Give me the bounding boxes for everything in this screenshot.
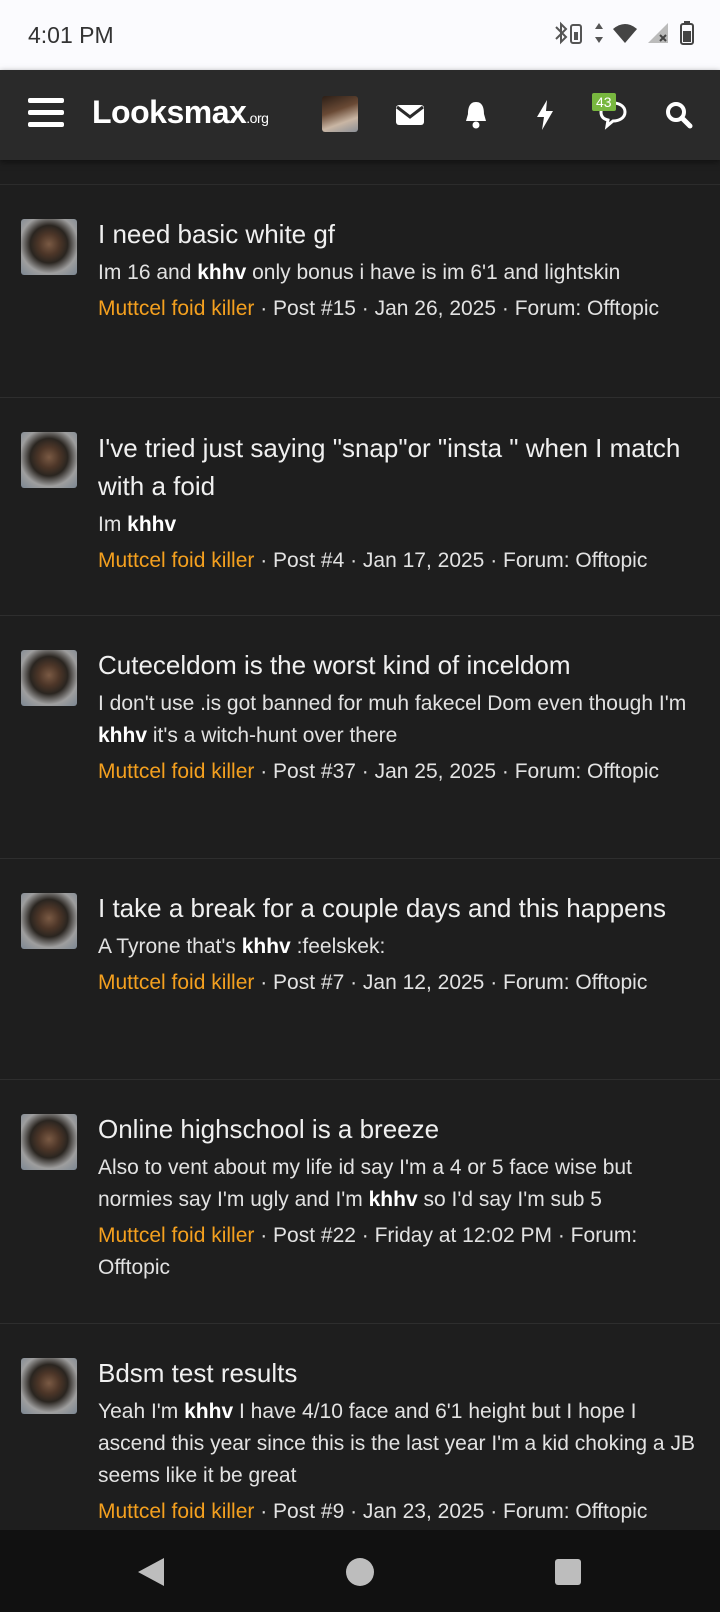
list-item[interactable]: Online highschool is a breeze Also to ve… bbox=[0, 1080, 720, 1324]
status-bar: 4:01 PM bbox=[0, 0, 720, 70]
logo-text: Looksmax bbox=[92, 94, 247, 130]
status-icons bbox=[552, 20, 694, 46]
back-icon[interactable] bbox=[136, 1556, 166, 1588]
menu-icon[interactable] bbox=[28, 98, 64, 130]
thread-title[interactable]: Cuteceldom is the worst kind of inceldom bbox=[98, 646, 700, 684]
post-snippet: Also to vent about my life id say I'm a … bbox=[98, 1156, 632, 1211]
inbox-icon[interactable] bbox=[391, 96, 429, 134]
username-link[interactable]: Muttcel foid killer bbox=[98, 1500, 254, 1523]
username-link[interactable]: Muttcel foid killer bbox=[98, 971, 254, 994]
bluetooth-battery-icon bbox=[555, 21, 582, 45]
thread-title[interactable]: I've tried just saying "snap"or "insta "… bbox=[98, 429, 700, 505]
post-snippet: Im khhv bbox=[98, 513, 177, 536]
top-navigation-bar: Looksmax.org 43 bbox=[0, 70, 720, 160]
post-meta: Muttcel foid killer · Post #15 · Jan 26,… bbox=[98, 297, 660, 320]
data-arrows-icon bbox=[595, 23, 603, 43]
post-meta: Muttcel foid killer · Post #9 · Jan 23, … bbox=[98, 1500, 648, 1523]
list-item[interactable]: Bdsm test results Yeah I'm khhv I have 4… bbox=[0, 1324, 720, 1530]
lightning-icon[interactable] bbox=[526, 96, 564, 134]
conversations-badge: 43 bbox=[592, 93, 616, 111]
user-avatar[interactable] bbox=[322, 96, 358, 132]
search-icon[interactable] bbox=[660, 96, 698, 134]
thread-title[interactable]: I need basic white gf bbox=[98, 215, 700, 253]
wifi-icon bbox=[613, 24, 637, 43]
post-snippet: Yeah I'm khhv I have 4/10 face and 6'1 h… bbox=[98, 1400, 695, 1487]
status-time: 4:01 PM bbox=[28, 22, 114, 48]
author-avatar[interactable] bbox=[21, 1358, 77, 1414]
list-item[interactable]: I've tried just saying "snap"or "insta "… bbox=[0, 398, 720, 616]
author-avatar[interactable] bbox=[21, 432, 77, 488]
thread-title[interactable]: Bdsm test results bbox=[98, 1354, 700, 1392]
post-snippet: I don't use .is got banned for muh fakec… bbox=[98, 692, 687, 747]
home-icon[interactable] bbox=[345, 1557, 375, 1587]
post-meta: Muttcel foid killer · Post #7 · Jan 12, … bbox=[98, 971, 648, 994]
list-item[interactable]: Cuteceldom is the worst kind of inceldom… bbox=[0, 616, 720, 859]
post-meta: Muttcel foid killer · Post #22 · Friday … bbox=[98, 1224, 638, 1279]
username-link[interactable]: Muttcel foid killer bbox=[98, 1224, 254, 1247]
author-avatar[interactable] bbox=[21, 650, 77, 706]
list-item[interactable]: I take a break for a couple days and thi… bbox=[0, 859, 720, 1080]
battery-icon bbox=[680, 21, 694, 45]
post-snippet: Im 16 and khhv only bonus i have is im 6… bbox=[98, 261, 621, 284]
thread-title[interactable]: Online highschool is a breeze bbox=[98, 1110, 700, 1148]
bell-icon[interactable] bbox=[457, 96, 495, 134]
author-avatar[interactable] bbox=[21, 219, 77, 275]
username-link[interactable]: Muttcel foid killer bbox=[98, 549, 254, 572]
list-item[interactable]: I need basic white gf Im 16 and khhv onl… bbox=[0, 185, 720, 398]
search-results-list: I need basic white gf Im 16 and khhv onl… bbox=[0, 185, 720, 1530]
system-navigation-bar bbox=[0, 1530, 720, 1612]
post-meta: Muttcel foid killer · Post #37 · Jan 25,… bbox=[98, 760, 660, 783]
username-link[interactable]: Muttcel foid killer bbox=[98, 760, 254, 783]
author-avatar[interactable] bbox=[21, 1114, 77, 1170]
post-snippet: A Tyrone that's khhv :feelskek: bbox=[98, 935, 386, 958]
post-meta: Muttcel foid killer · Post #4 · Jan 17, … bbox=[98, 549, 648, 572]
author-avatar[interactable] bbox=[21, 893, 77, 949]
thread-title[interactable]: I take a break for a couple days and thi… bbox=[98, 889, 700, 927]
logo-suffix: .org bbox=[246, 110, 269, 126]
recents-icon[interactable] bbox=[554, 1558, 582, 1586]
cell-signal-icon bbox=[648, 23, 668, 43]
username-link[interactable]: Muttcel foid killer bbox=[98, 297, 254, 320]
site-logo[interactable]: Looksmax.org bbox=[92, 94, 269, 131]
